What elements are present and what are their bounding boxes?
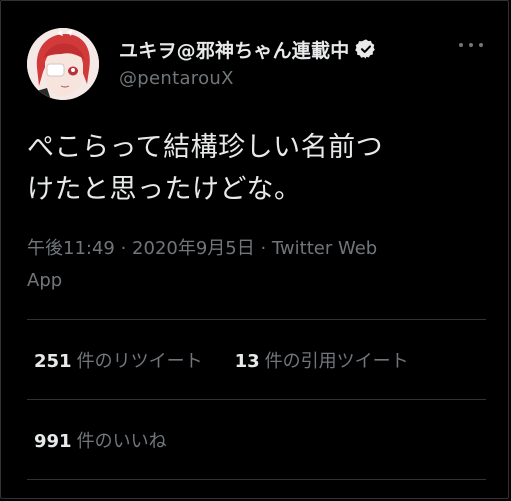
engagement-stats: 251 件のリツイート 13 件の引用ツイート bbox=[34, 345, 441, 375]
likes-stat[interactable]: 991 件のいいね bbox=[34, 427, 167, 453]
avatar[interactable] bbox=[27, 28, 99, 100]
tweet-text-line: ぺこらって結構珍しい名前つ bbox=[27, 132, 384, 163]
timestamp-line: 午後11:49 · 2020年9月5日 · Twitter Web bbox=[27, 238, 378, 259]
divider bbox=[27, 399, 486, 400]
tweet-text-line: けたと思ったけどな。 bbox=[27, 174, 302, 205]
retweets-label: 件のリツイート bbox=[76, 351, 203, 372]
tweet-timestamp[interactable]: 午後11:49 · 2020年9月5日 · Twitter Web App bbox=[27, 233, 457, 297]
divider bbox=[27, 479, 486, 480]
more-dot bbox=[459, 43, 463, 47]
quotes-stat[interactable]: 13 件の引用ツイート bbox=[235, 347, 409, 373]
display-name-row: ユキヲ@邪神ちゃん連載中 bbox=[119, 36, 377, 62]
more-dot bbox=[469, 43, 473, 47]
likes-label: 件のいいね bbox=[76, 431, 167, 452]
tweet-card: ユキヲ@邪神ちゃん連載中 @pentarouX ぺこらって結構珍しい名前つ けた… bbox=[0, 0, 509, 499]
verified-badge-icon bbox=[355, 39, 376, 59]
quotes-count: 13 bbox=[234, 351, 260, 372]
quotes-label: 件の引用ツイート bbox=[264, 351, 409, 372]
tweet-header: ユキヲ@邪神ちゃん連載中 @pentarouX bbox=[27, 28, 487, 102]
divider bbox=[27, 319, 486, 320]
retweets-stat[interactable]: 251 件のリツイート bbox=[34, 347, 203, 373]
tweet-text: ぺこらって結構珍しい名前つ けたと思ったけどな。 bbox=[27, 127, 485, 211]
more-dot bbox=[479, 43, 483, 47]
likes-stats: 991 件のいいね bbox=[34, 425, 199, 455]
more-horizontal-icon[interactable] bbox=[459, 40, 483, 50]
display-name[interactable]: ユキヲ@邪神ちゃん連載中 bbox=[119, 36, 349, 63]
retweets-count: 251 bbox=[34, 351, 72, 372]
avatar-image bbox=[27, 28, 99, 100]
likes-count: 991 bbox=[34, 431, 72, 452]
timestamp-line: App bbox=[27, 270, 63, 291]
handle[interactable]: @pentarouX bbox=[119, 68, 377, 89]
author-info[interactable]: ユキヲ@邪神ちゃん連載中 @pentarouX bbox=[119, 36, 377, 89]
